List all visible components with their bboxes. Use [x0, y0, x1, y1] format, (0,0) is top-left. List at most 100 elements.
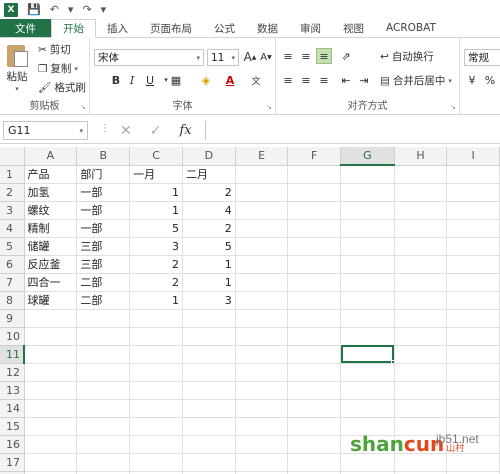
- cell[interactable]: [287, 273, 341, 292]
- cell[interactable]: [446, 309, 500, 328]
- cell[interactable]: [235, 291, 289, 310]
- align-right-icon[interactable]: ≡: [316, 72, 332, 88]
- cell[interactable]: [235, 237, 289, 256]
- chevron-down-icon[interactable]: ▾: [68, 3, 74, 16]
- cell[interactable]: [287, 237, 341, 256]
- cell[interactable]: [182, 381, 236, 400]
- cell[interactable]: [394, 237, 448, 256]
- cell[interactable]: 3: [129, 237, 183, 256]
- cell[interactable]: [446, 273, 500, 292]
- cell[interactable]: [394, 255, 448, 274]
- cell[interactable]: [24, 363, 78, 382]
- customize-icon[interactable]: ▾: [101, 3, 107, 16]
- cell[interactable]: [340, 165, 395, 184]
- cell[interactable]: [394, 165, 448, 184]
- cell[interactable]: [446, 201, 500, 220]
- cell[interactable]: 5: [182, 237, 236, 256]
- row-header[interactable]: 1: [0, 165, 25, 184]
- cell[interactable]: 球罐: [24, 291, 78, 310]
- row-header[interactable]: 15: [0, 417, 25, 436]
- redo-icon[interactable]: ↷: [82, 3, 91, 16]
- align-bottom-icon[interactable]: ≡: [316, 48, 332, 64]
- cell[interactable]: [394, 399, 448, 418]
- cell[interactable]: [76, 417, 131, 436]
- orientation-icon[interactable]: ⇗: [338, 48, 354, 64]
- cell[interactable]: [24, 417, 78, 436]
- cell[interactable]: 一部: [76, 219, 131, 238]
- cell[interactable]: [394, 273, 448, 292]
- cell[interactable]: 一部: [76, 183, 131, 202]
- row-header[interactable]: 2: [0, 183, 25, 202]
- select-all-corner[interactable]: [0, 147, 25, 166]
- cell[interactable]: [287, 291, 341, 310]
- cell[interactable]: [446, 219, 500, 238]
- cell[interactable]: [394, 219, 448, 238]
- cell[interactable]: 一月: [129, 165, 183, 184]
- cell[interactable]: 精制: [24, 219, 78, 238]
- cell[interactable]: [287, 435, 341, 454]
- cancel-icon[interactable]: ✕: [120, 123, 132, 139]
- cell[interactable]: [182, 417, 236, 436]
- cell[interactable]: [394, 201, 448, 220]
- cell[interactable]: 2: [129, 255, 183, 274]
- enter-icon[interactable]: ✓: [150, 123, 162, 139]
- cell[interactable]: [129, 417, 183, 436]
- cell[interactable]: 二部: [76, 273, 131, 292]
- cell[interactable]: [76, 363, 131, 382]
- cell[interactable]: 1: [182, 273, 236, 292]
- align-middle-icon[interactable]: ≡: [298, 48, 314, 64]
- cell[interactable]: 加氢: [24, 183, 78, 202]
- cell[interactable]: [129, 453, 183, 472]
- cell[interactable]: [340, 399, 395, 418]
- column-header[interactable]: I: [446, 147, 500, 166]
- cell[interactable]: [129, 363, 183, 382]
- number-format-select[interactable]: 常规: [464, 49, 500, 66]
- underline-button[interactable]: U: [142, 72, 158, 88]
- row-header[interactable]: 9: [0, 309, 25, 328]
- cell[interactable]: [182, 435, 236, 454]
- cell[interactable]: [235, 381, 289, 400]
- cell[interactable]: [287, 327, 341, 346]
- fill-handle[interactable]: [390, 359, 394, 362]
- cell[interactable]: [129, 345, 183, 364]
- row-header[interactable]: 7: [0, 273, 25, 292]
- align-left-icon[interactable]: ≡: [280, 72, 296, 88]
- cell[interactable]: 3: [182, 291, 236, 310]
- cell[interactable]: [340, 237, 395, 256]
- cell[interactable]: 4: [182, 201, 236, 220]
- cell[interactable]: 反应釜: [24, 255, 78, 274]
- cell[interactable]: [235, 165, 289, 184]
- cell[interactable]: [394, 327, 448, 346]
- cell[interactable]: [24, 327, 78, 346]
- cell[interactable]: 1: [129, 201, 183, 220]
- font-size-select[interactable]: 11 ▾: [207, 49, 239, 66]
- copy-button[interactable]: ❐ 复制 ▾: [38, 61, 78, 76]
- cell[interactable]: [287, 381, 341, 400]
- cell[interactable]: [287, 309, 341, 328]
- cell[interactable]: [394, 363, 448, 382]
- cell[interactable]: [76, 381, 131, 400]
- cell[interactable]: 1: [129, 183, 183, 202]
- cell[interactable]: [287, 183, 341, 202]
- cell[interactable]: 三部: [76, 255, 131, 274]
- dialog-launcher-icon[interactable]: ↘: [266, 103, 272, 111]
- currency-icon[interactable]: ¥: [464, 72, 480, 88]
- cell[interactable]: [287, 345, 341, 364]
- cell[interactable]: [182, 363, 236, 382]
- cell[interactable]: [235, 273, 289, 292]
- cell[interactable]: [446, 291, 500, 310]
- increase-indent-icon[interactable]: ⇥: [356, 72, 372, 88]
- paste-button[interactable]: 粘贴 ▾: [5, 42, 29, 93]
- cell[interactable]: 2: [182, 183, 236, 202]
- cell[interactable]: 一部: [76, 201, 131, 220]
- cell[interactable]: [76, 453, 131, 472]
- cell[interactable]: [340, 363, 395, 382]
- cell[interactable]: [235, 363, 289, 382]
- cell[interactable]: [235, 183, 289, 202]
- cell[interactable]: [340, 255, 395, 274]
- cell[interactable]: [340, 219, 395, 238]
- cell[interactable]: [235, 435, 289, 454]
- cell[interactable]: [446, 345, 500, 364]
- tab-page-layout[interactable]: 页面布局: [139, 19, 203, 37]
- cell[interactable]: [182, 327, 236, 346]
